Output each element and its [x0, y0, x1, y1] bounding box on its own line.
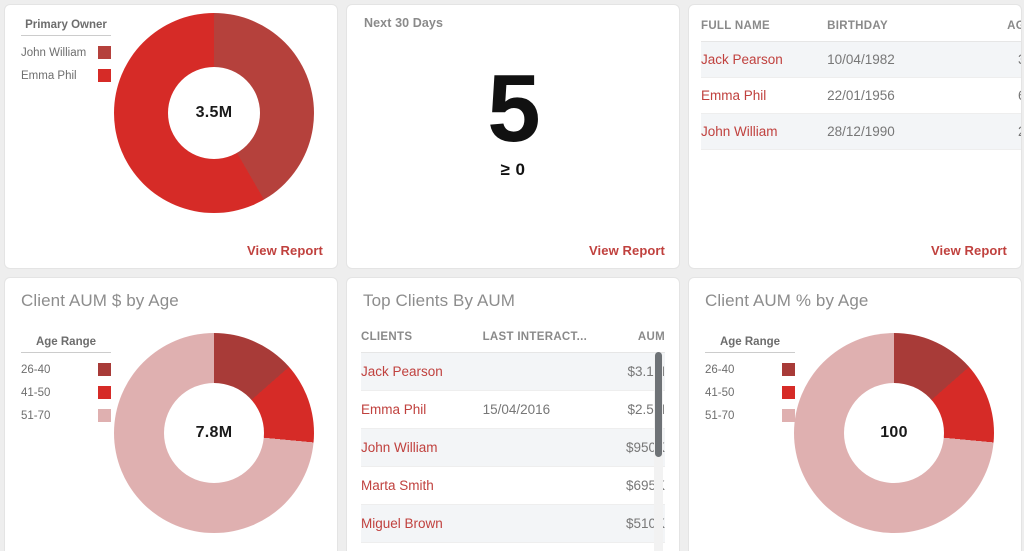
- legend-label: 26-40: [705, 363, 735, 376]
- legend-item[interactable]: 51-70: [705, 409, 795, 422]
- panel-title: Client AUM $ by Age: [21, 291, 179, 310]
- table-row[interactable]: John William $950K: [361, 428, 665, 467]
- legend-color-swatch: [98, 386, 111, 399]
- legend-title: Primary Owner: [21, 19, 111, 36]
- legend-item[interactable]: 41-50: [21, 386, 111, 399]
- cell-last-interaction: 03/01/2016: [482, 542, 593, 551]
- cell-client-name[interactable]: Miguel Brown: [361, 504, 483, 543]
- legend-age-range-percent: Age Range 26-40 41-50 51-70: [705, 336, 795, 422]
- table-row[interactable]: Jack Pearson 10/04/1982 34: [701, 41, 1021, 78]
- cell-client-name[interactable]: John William: [361, 428, 483, 467]
- donut-center-hole: 100: [844, 383, 944, 483]
- column-header-last-interaction[interactable]: LAST INTERACT...: [482, 322, 593, 353]
- panel-client-list: FULL NAME BIRTHDAY AGE Jack Pearson 10/0…: [688, 4, 1022, 269]
- kpi-value: 5: [487, 55, 540, 162]
- top-clients-scroll-region[interactable]: CLIENTS LAST INTERACT... AUM Jack Pearso…: [361, 322, 665, 551]
- panel-client-aum-percent-by-age: Client AUM % by Age Age Range 26-40 41-5…: [688, 277, 1022, 551]
- column-header-birthday[interactable]: BIRTHDAY: [827, 11, 947, 42]
- kpi-block: 5 ≥ 0: [347, 55, 679, 180]
- table-header-row: CLIENTS LAST INTERACT... AUM: [361, 322, 665, 353]
- view-report-link[interactable]: View Report: [931, 243, 1007, 258]
- panel-next-30-days: Next 30 Days 5 ≥ 0 View Report: [346, 4, 680, 269]
- cell-birthday: 28/12/1990: [827, 113, 947, 150]
- legend-label: Emma Phil: [21, 69, 77, 82]
- table-row[interactable]: Miguel Brown $510K: [361, 504, 665, 543]
- view-report-link[interactable]: View Report: [247, 243, 323, 258]
- legend-title: Age Range: [705, 336, 795, 353]
- legend-item[interactable]: Emma Phil: [21, 69, 111, 82]
- legend-item[interactable]: John William: [21, 46, 111, 59]
- cell-client-name[interactable]: John William: [701, 113, 828, 150]
- top-clients-table: CLIENTS LAST INTERACT... AUM Jack Pearso…: [361, 322, 665, 551]
- legend-color-swatch: [98, 46, 111, 59]
- legend-label: 41-50: [21, 386, 51, 399]
- view-report-link[interactable]: View Report: [589, 243, 665, 258]
- donut-center-hole: 7.8M: [164, 383, 264, 483]
- cell-birthday: 10/04/1982: [827, 41, 947, 78]
- panel-title: Next 30 Days: [364, 16, 444, 30]
- table-row[interactable]: Jack Pearson $3.1M: [361, 352, 665, 391]
- donut-chart-aum-percent[interactable]: 100: [794, 333, 994, 533]
- donut-chart-aum-dollar[interactable]: 7.8M: [114, 333, 314, 533]
- cell-client-name[interactable]: Emma Phil: [701, 77, 828, 114]
- panel-client-aum-dollar-by-age: Client AUM $ by Age Age Range 26-40 41-5…: [4, 277, 338, 551]
- donut-ring: 7.8M: [114, 333, 314, 533]
- table-row[interactable]: Emma Phil 22/01/1956 60: [701, 77, 1021, 114]
- cell-last-interaction: [482, 352, 593, 391]
- client-list-table: FULL NAME BIRTHDAY AGE Jack Pearson 10/0…: [701, 11, 1021, 150]
- dashboard-grid: Primary Owner John William Emma Phil 3.5…: [0, 0, 1024, 551]
- donut-chart-primary-owner[interactable]: 3.5M: [114, 13, 314, 213]
- cell-age: 34: [946, 41, 1021, 78]
- legend-item[interactable]: 26-40: [705, 363, 795, 376]
- table-row[interactable]: Kyle Pearson 03/01/2016 $500K: [361, 542, 665, 551]
- donut-center-value: 7.8M: [195, 424, 233, 441]
- donut-center-value: 3.5M: [195, 104, 233, 121]
- donut-center-value: 100: [880, 424, 908, 441]
- legend-label: 26-40: [21, 363, 51, 376]
- cell-last-interaction: 15/04/2016: [482, 390, 593, 429]
- column-header-full-name[interactable]: FULL NAME: [701, 11, 828, 42]
- legend-primary-owner: Primary Owner John William Emma Phil: [21, 19, 111, 82]
- panel-title: Top Clients By AUM: [363, 291, 516, 310]
- column-header-aum[interactable]: AUM: [592, 322, 665, 353]
- legend-label: 51-70: [21, 409, 51, 422]
- cell-client-name[interactable]: Jack Pearson: [701, 41, 828, 78]
- legend-color-swatch: [98, 363, 111, 376]
- cell-client-name[interactable]: Kyle Pearson: [361, 542, 483, 551]
- column-header-age[interactable]: AGE: [946, 11, 1021, 42]
- scrollbar-thumb[interactable]: [655, 352, 662, 457]
- cell-age: 60: [946, 77, 1021, 114]
- cell-last-interaction: [482, 504, 593, 543]
- legend-label: John William: [21, 46, 87, 59]
- panel-top-clients-by-aum: Top Clients By AUM CLIENTS LAST INTERACT…: [346, 277, 680, 551]
- donut-ring: 3.5M: [114, 13, 314, 213]
- table-header-row: FULL NAME BIRTHDAY AGE: [701, 11, 1021, 42]
- vertical-scrollbar[interactable]: [654, 352, 663, 551]
- legend-age-range-dollar: Age Range 26-40 41-50 51-70: [21, 336, 111, 422]
- cell-last-interaction: [482, 466, 593, 505]
- legend-title: Age Range: [21, 336, 111, 353]
- legend-label: 41-50: [705, 386, 735, 399]
- kpi-subtitle: ≥ 0: [500, 160, 526, 180]
- panel-primary-owner: Primary Owner John William Emma Phil 3.5…: [4, 4, 338, 269]
- legend-color-swatch: [98, 69, 111, 82]
- cell-last-interaction: [482, 428, 593, 467]
- table-row[interactable]: Marta Smith $695K: [361, 466, 665, 505]
- cell-client-name[interactable]: Marta Smith: [361, 466, 483, 505]
- column-header-clients[interactable]: CLIENTS: [361, 322, 483, 353]
- legend-item[interactable]: 41-50: [705, 386, 795, 399]
- legend-color-swatch: [98, 409, 111, 422]
- cell-client-name[interactable]: Jack Pearson: [361, 352, 483, 391]
- legend-item[interactable]: 51-70: [21, 409, 111, 422]
- table-row[interactable]: Emma Phil 15/04/2016 $2.5M: [361, 390, 665, 429]
- donut-ring: 100: [794, 333, 994, 533]
- panel-title: Client AUM % by Age: [705, 291, 869, 310]
- legend-label: 51-70: [705, 409, 735, 422]
- table-row[interactable]: John William 28/12/1990 26: [701, 113, 1021, 150]
- cell-client-name[interactable]: Emma Phil: [361, 390, 483, 429]
- cell-birthday: 22/01/1956: [827, 77, 947, 114]
- cell-age: 26: [946, 113, 1021, 150]
- legend-item[interactable]: 26-40: [21, 363, 111, 376]
- donut-center-hole: 3.5M: [168, 67, 260, 159]
